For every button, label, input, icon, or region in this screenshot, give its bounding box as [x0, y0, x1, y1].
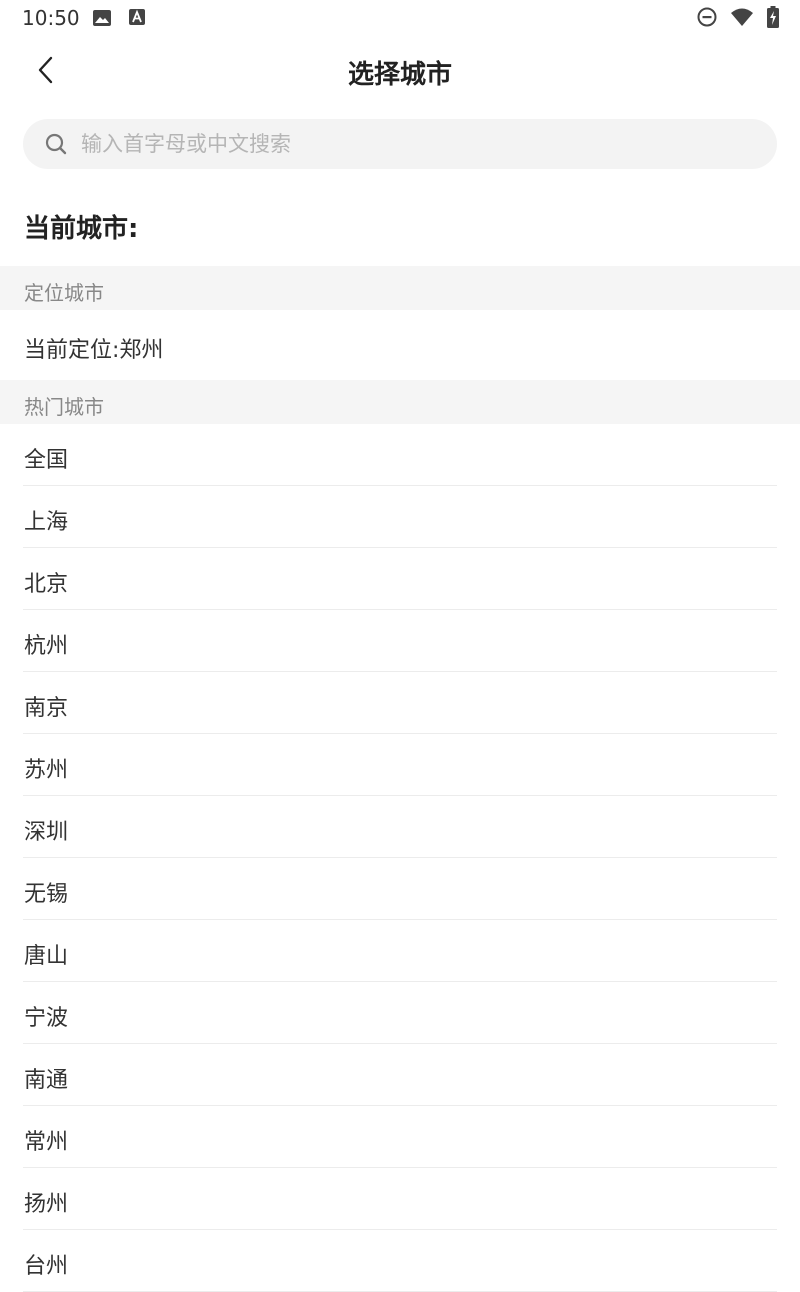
- city-name: 南通: [24, 1068, 69, 1093]
- city-row-wuxi[interactable]: 无锡: [23, 858, 777, 920]
- city-row-tangshan[interactable]: 唐山: [23, 920, 777, 982]
- wifi-icon: [730, 7, 754, 31]
- current-city-label: 当前城市:: [24, 214, 139, 244]
- search-box[interactable]: [23, 119, 777, 169]
- city-row-quanguo[interactable]: 全国: [23, 424, 777, 486]
- city-row-nantong[interactable]: 南通: [23, 1044, 777, 1106]
- search-icon: [45, 133, 67, 155]
- located-city-text: 当前定位:郑州: [24, 338, 164, 363]
- section-header-hot: 热门城市: [0, 380, 800, 424]
- hot-city-list: 全国 上海 北京 杭州 南京 苏州 深圳 无锡 唐山 宁波 南通 常州 扬州 台…: [0, 424, 800, 1292]
- city-row-taizhou[interactable]: 台州: [23, 1230, 777, 1292]
- city-row-shanghai[interactable]: 上海: [23, 486, 777, 548]
- city-row-changzhou[interactable]: 常州: [23, 1106, 777, 1168]
- city-row-suzhou[interactable]: 苏州: [23, 734, 777, 796]
- page-title: 选择城市: [347, 60, 452, 90]
- font-icon: [128, 8, 146, 32]
- battery-charging-icon: [766, 6, 780, 32]
- city-row-hangzhou[interactable]: 杭州: [23, 610, 777, 672]
- city-row-nanjing[interactable]: 南京: [23, 672, 777, 734]
- image-icon: [92, 8, 112, 32]
- city-name: 深圳: [24, 820, 69, 845]
- city-row-beijing[interactable]: 北京: [23, 548, 777, 610]
- status-bar: 10:50: [0, 0, 800, 36]
- city-row-shenzhen[interactable]: 深圳: [23, 796, 777, 858]
- city-name: 杭州: [24, 634, 69, 659]
- section-header-location: 定位城市: [0, 266, 800, 310]
- city-name: 宁波: [24, 1006, 69, 1031]
- status-time: 10:50: [22, 6, 80, 30]
- city-name: 北京: [24, 572, 69, 597]
- city-name: 常州: [24, 1130, 69, 1155]
- city-name: 唐山: [24, 944, 69, 969]
- header: 选择城市: [0, 36, 800, 104]
- do-not-disturb-icon: [696, 6, 718, 32]
- city-name: 苏州: [24, 758, 69, 783]
- city-row-ningbo[interactable]: 宁波: [23, 982, 777, 1044]
- city-name: 上海: [24, 510, 69, 535]
- search-input[interactable]: [79, 131, 743, 157]
- section-title: 热门城市: [24, 395, 104, 419]
- city-name: 全国: [24, 448, 69, 473]
- section-title: 定位城市: [24, 281, 104, 305]
- city-row-yangzhou[interactable]: 扬州: [23, 1168, 777, 1230]
- located-city-row[interactable]: 当前定位:郑州: [0, 311, 800, 379]
- city-name: 无锡: [24, 882, 69, 907]
- city-name: 台州: [24, 1254, 69, 1279]
- city-name: 扬州: [24, 1192, 69, 1217]
- city-name: 南京: [24, 696, 69, 721]
